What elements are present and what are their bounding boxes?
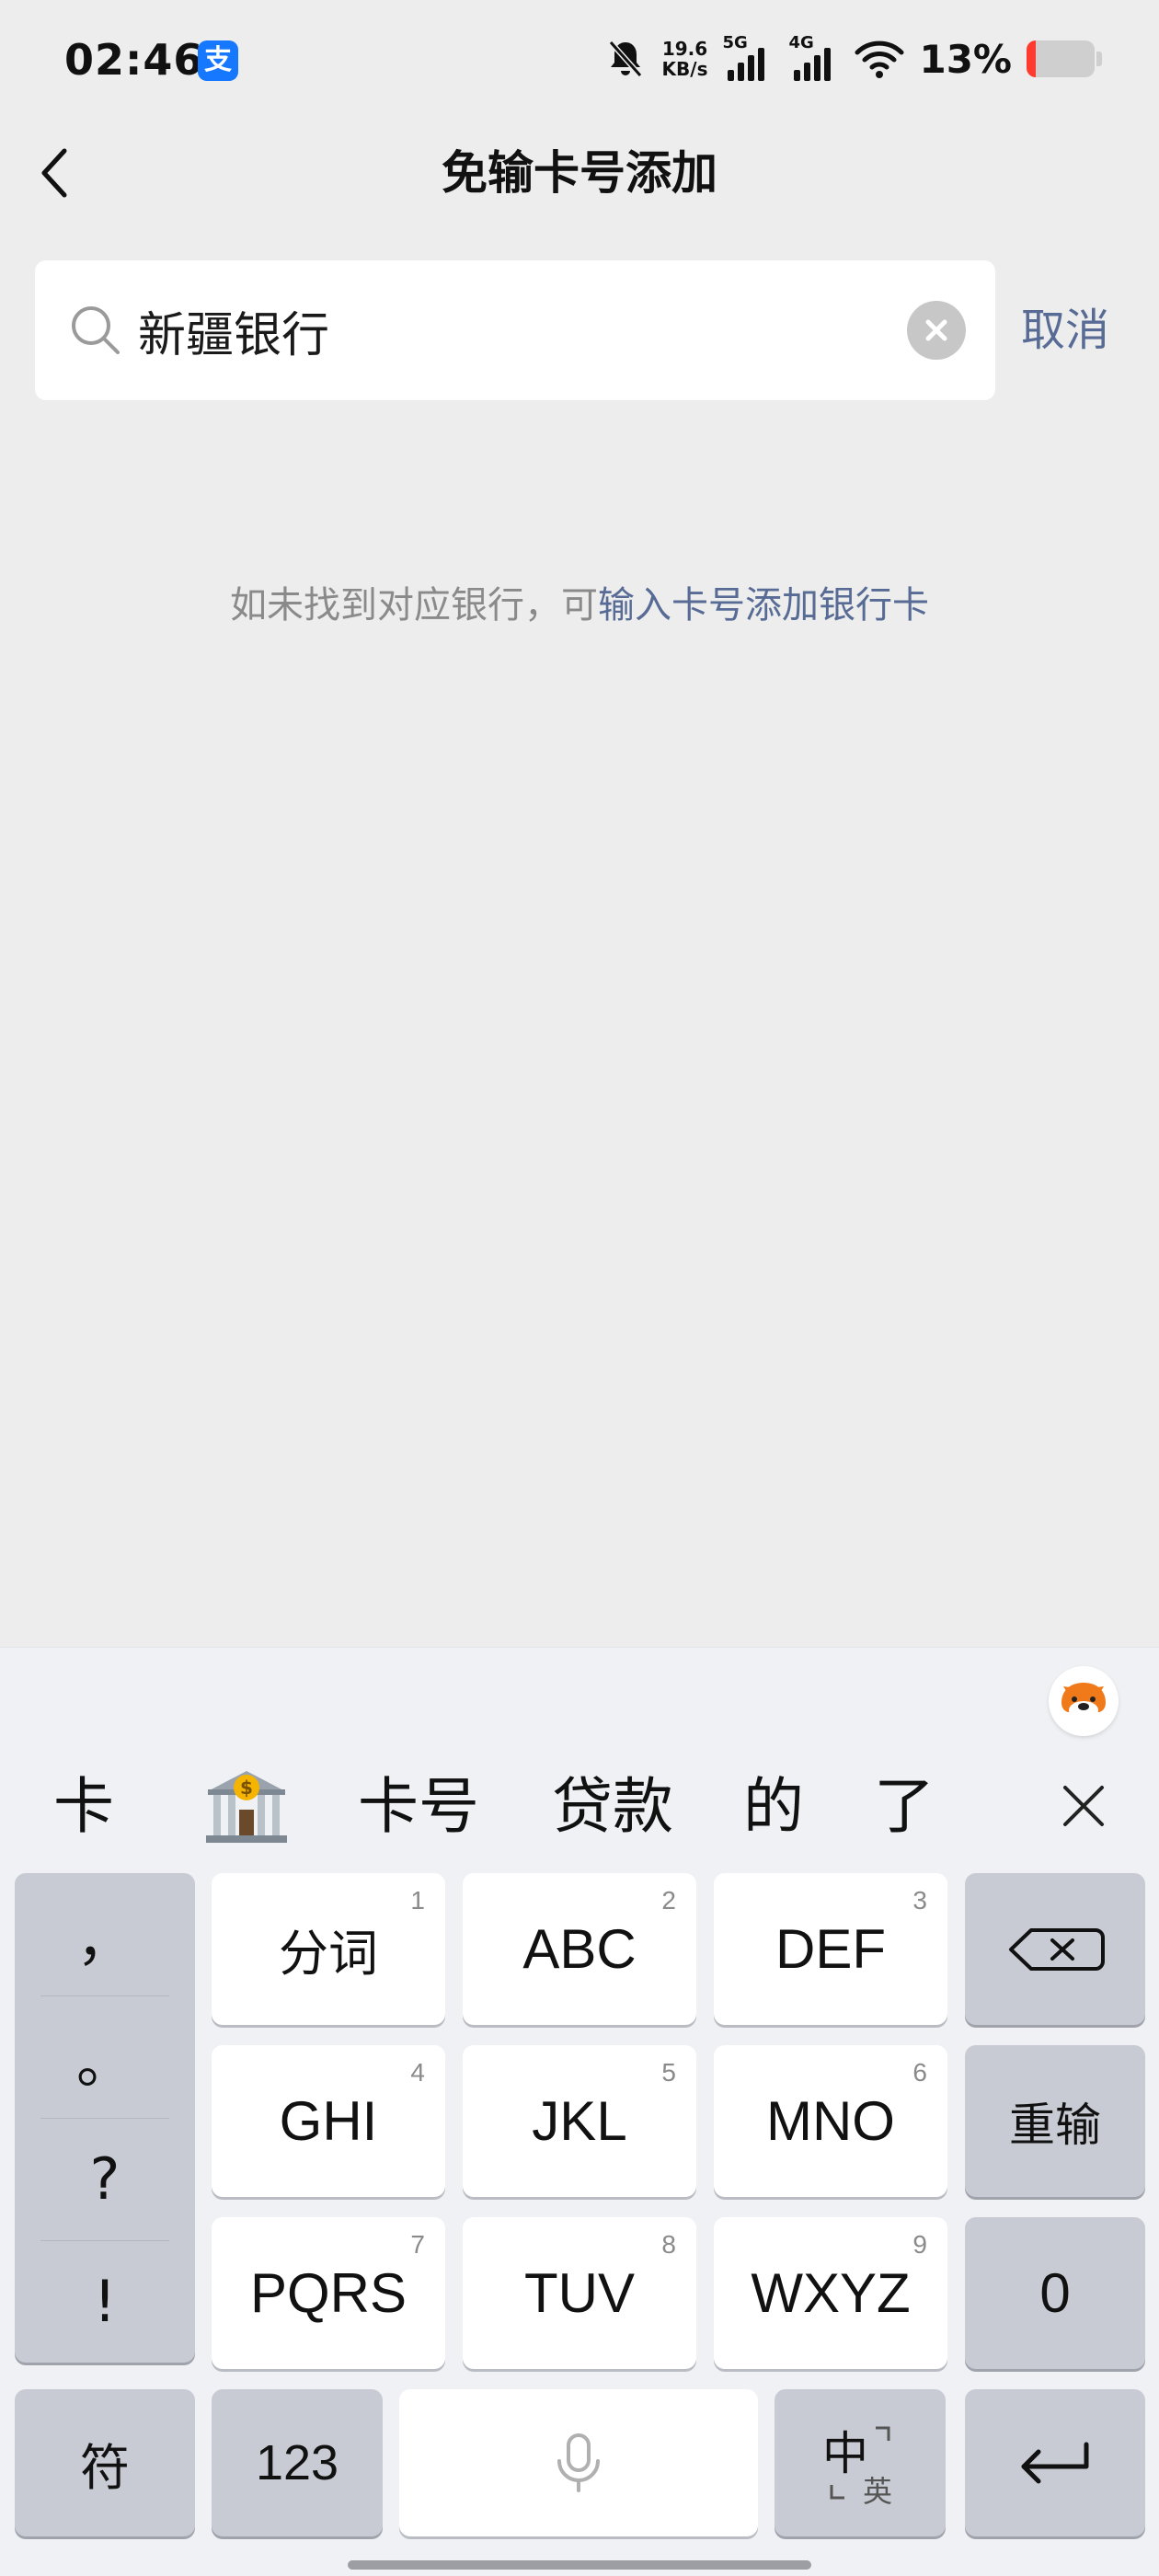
- bell-muted-icon: [608, 40, 642, 77]
- key-number: 8: [661, 2230, 676, 2259]
- numbers-key[interactable]: 123: [212, 2389, 383, 2536]
- ime-keyboard: 卡 $ 卡号 贷款 的 了 ， 。 ? ! 分词 1 ABC 2 DEF 3 G…: [0, 1647, 1159, 2576]
- backspace-icon: [1009, 1928, 1105, 1971]
- status-bar: 02:46 支 19.6 KB/s 5G 4G 13%: [0, 0, 1159, 124]
- key-wxyz[interactable]: WXYZ 9: [714, 2217, 947, 2369]
- key-number: 7: [410, 2230, 425, 2259]
- candidate-bar: 卡 $ 卡号 贷款 的 了: [0, 1756, 1159, 1857]
- reenter-key[interactable]: 重输: [965, 2045, 1145, 2197]
- candidate-item[interactable]: 了: [872, 1756, 936, 1857]
- battery-percent: 13%: [919, 36, 1012, 82]
- not-found-hint: 如未找到对应银行，可输入卡号添加银行卡: [0, 578, 1159, 633]
- enter-key[interactable]: [965, 2389, 1145, 2536]
- battery-icon: [1027, 40, 1102, 77]
- key-label: 符: [80, 2438, 130, 2497]
- wifi-icon: [855, 40, 904, 78]
- lang-switch-brackets-icon: [830, 2426, 890, 2500]
- search-box: [35, 260, 995, 400]
- space-voice-key[interactable]: [399, 2389, 758, 2536]
- key-jkl[interactable]: JKL 5: [463, 2045, 696, 2197]
- key-number: 4: [410, 2058, 425, 2087]
- key-mno[interactable]: MNO 6: [714, 2045, 947, 2197]
- punct-key-question[interactable]: ?: [15, 2118, 195, 2240]
- microphone-icon: [557, 2433, 600, 2492]
- svg-text:$: $: [240, 1777, 253, 1799]
- back-arrow-icon[interactable]: [33, 138, 79, 208]
- close-candidates-icon[interactable]: [1056, 1778, 1111, 1834]
- key-number: 6: [912, 2058, 927, 2087]
- key-fenci[interactable]: 分词 1: [212, 1873, 445, 2025]
- key-number: 1: [410, 1886, 425, 1915]
- candidate-item[interactable]: 卡: [52, 1756, 116, 1857]
- ime-mascot-icon[interactable]: [1049, 1666, 1119, 1736]
- key-abc[interactable]: ABC 2: [463, 1873, 696, 2025]
- key-ghi[interactable]: GHI 4: [212, 2045, 445, 2197]
- zero-key[interactable]: 0: [965, 2217, 1145, 2369]
- search-input[interactable]: [138, 293, 911, 367]
- key-label: 重输: [1009, 2098, 1101, 2152]
- punct-key-period[interactable]: 。: [15, 1995, 195, 2118]
- candidate-item[interactable]: 贷款: [548, 1756, 677, 1857]
- key-label: 123: [255, 2435, 339, 2490]
- key-pqrs[interactable]: PQRS 7: [212, 2217, 445, 2369]
- home-indicator[interactable]: [348, 2560, 811, 2570]
- key-tuv[interactable]: TUV 8: [463, 2217, 696, 2369]
- punct-key-comma[interactable]: ，: [15, 1873, 195, 1995]
- signal-5g-icon: 5G: [722, 33, 774, 81]
- cancel-button[interactable]: 取消: [1021, 288, 1159, 373]
- hint-text: 如未找到对应银行，可: [230, 584, 598, 627]
- language-switch-key[interactable]: 中 英: [775, 2389, 946, 2536]
- network-speed-value: 19.6: [661, 38, 708, 60]
- backspace-key[interactable]: [965, 1873, 1145, 2025]
- key-label: 0: [1039, 2262, 1071, 2324]
- search-icon: [72, 306, 120, 354]
- candidate-item[interactable]: 卡号: [355, 1756, 482, 1857]
- key-number: 3: [912, 1886, 927, 1915]
- alipay-notification-icon: 支: [198, 40, 238, 81]
- enter-icon: [1021, 2442, 1089, 2484]
- signal-4g-icon: 4G: [788, 33, 840, 81]
- candidate-item[interactable]: 的: [741, 1756, 806, 1857]
- network-speed-unit: KB/s: [661, 58, 708, 80]
- page-title: 免输卡号添加: [442, 146, 717, 200]
- key-number: 5: [661, 2058, 676, 2087]
- status-time: 02:46: [64, 35, 204, 85]
- key-number: 9: [912, 2230, 927, 2259]
- punctuation-column: ， 。 ? !: [15, 1873, 195, 2363]
- add-by-card-number-link[interactable]: 输入卡号添加银行卡: [598, 584, 929, 627]
- key-def[interactable]: DEF 3: [714, 1873, 947, 2025]
- status-icons: 19.6 KB/s 5G 4G 13%: [603, 33, 1102, 85]
- bank-icon[interactable]: $: [204, 1767, 289, 1846]
- key-number: 2: [661, 1886, 676, 1915]
- clear-icon[interactable]: [907, 301, 966, 360]
- punct-key-exclamation[interactable]: !: [15, 2240, 195, 2363]
- battery-level: [1027, 40, 1036, 77]
- symbols-key[interactable]: 符: [15, 2389, 195, 2536]
- network-speed: 19.6 KB/s: [662, 39, 708, 79]
